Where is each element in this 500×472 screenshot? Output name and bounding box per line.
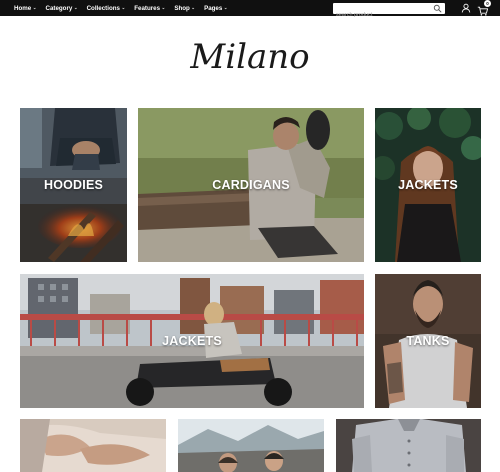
chevron-down-icon: ⌄ xyxy=(161,5,166,10)
category-label: JACKETS xyxy=(398,178,458,192)
cart-button[interactable]: 0 xyxy=(477,0,491,16)
menu-item-home[interactable]: Home ⌄ xyxy=(14,5,36,12)
brand-logo[interactable]: Milano xyxy=(150,32,350,82)
menu-item-pages[interactable]: Pages ⌄ xyxy=(204,5,228,12)
chevron-down-icon: ⌄ xyxy=(223,5,228,10)
cart-count-badge: 0 xyxy=(484,0,491,7)
category-tile-cardigans[interactable]: CARDIGANS xyxy=(138,108,364,262)
outdoor-photo xyxy=(178,419,324,472)
menu-item-features[interactable]: Features ⌄ xyxy=(134,5,165,12)
shirt-photo xyxy=(336,419,481,472)
shopping-bag-icon xyxy=(477,6,489,16)
logo-wordmark: Milano xyxy=(189,37,309,77)
user-icon[interactable] xyxy=(461,3,471,13)
category-tile-bottom-right[interactable] xyxy=(336,419,481,472)
lifestyle-photo xyxy=(20,419,166,472)
category-tile-bottom-middle[interactable] xyxy=(178,419,324,472)
menu-item-label: Collections xyxy=(86,4,120,12)
search-icon[interactable] xyxy=(433,4,442,13)
chevron-down-icon: ⌄ xyxy=(121,5,126,10)
category-tile-tanks[interactable]: TANKS xyxy=(375,274,481,408)
main-menu: Home ⌄ Category ⌄ Collections ⌄ Features ⌄ S… xyxy=(14,0,237,16)
category-tile-hoodies[interactable]: HOODIES xyxy=(20,108,127,262)
menu-item-label: Features xyxy=(134,4,161,12)
category-label: JACKETS xyxy=(162,334,222,348)
menu-item-collections[interactable]: Collections ⌄ xyxy=(87,5,126,12)
menu-item-label: Category xyxy=(45,4,73,12)
category-label: HOODIES xyxy=(43,178,104,192)
logo-text: Milano xyxy=(189,37,309,77)
category-tile-jackets-wide[interactable]: JACKETS xyxy=(20,274,364,408)
menu-item-label: Shop xyxy=(174,4,190,12)
top-navigation-bar: Home ⌄ Category ⌄ Collections ⌄ Features ⌄ S… xyxy=(0,0,500,21)
category-tile-jackets[interactable]: JACKETS xyxy=(375,108,481,262)
menu-item-shop[interactable]: Shop ⌄ xyxy=(174,5,195,12)
chevron-down-icon: ⌄ xyxy=(73,5,78,10)
menu-item-label: Pages xyxy=(204,4,223,12)
chevron-down-icon: ⌄ xyxy=(32,5,37,10)
menu-item-label: Home xyxy=(14,4,32,12)
category-tile-bottom-left[interactable] xyxy=(20,419,166,472)
search-input[interactable] xyxy=(333,9,428,21)
category-label: TANKS xyxy=(406,334,450,348)
menu-item-category[interactable]: Category ⌄ xyxy=(45,5,77,12)
category-label: CARDIGANS xyxy=(212,178,290,192)
search-box xyxy=(333,3,445,21)
chevron-down-icon: ⌄ xyxy=(191,5,196,10)
